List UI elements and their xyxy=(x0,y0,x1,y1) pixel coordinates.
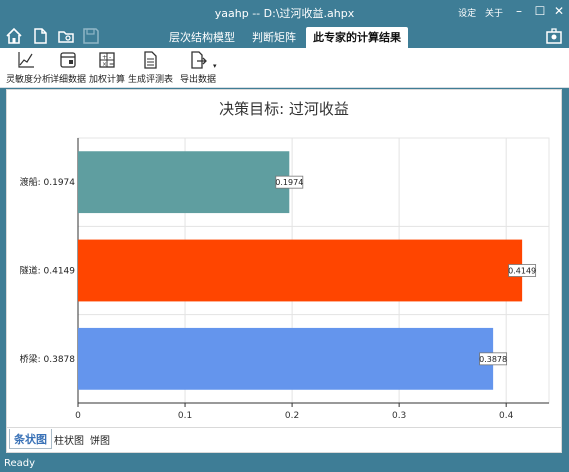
tool-label: 导出数据 xyxy=(179,75,216,85)
tool-label: 灵敏度分析 xyxy=(6,75,52,85)
chart-panel: 决策目标: 过河收益 0 0.1 0.2 0.3 0.4 桥梁: 0.3878 0.3878… xyxy=(6,89,562,428)
save-icon[interactable] xyxy=(82,27,100,45)
tool-label: 加权计算 xyxy=(89,75,126,85)
menu-settings[interactable]: 设定 xyxy=(458,9,476,19)
chart-type-tabs: 条状图 柱状图 饼图 xyxy=(6,428,562,453)
x-tick-label: 0.4 xyxy=(499,411,514,421)
tab-expert-results[interactable]: 此专家的计算结果 xyxy=(306,27,408,48)
tool-label: 详细数据 xyxy=(50,75,87,85)
toolbar: 灵敏度分析 详细数据 + - × = 加权计算 生成评测表 导出数据 ▾ xyxy=(0,48,569,88)
line-chart-icon xyxy=(18,52,34,68)
weighted-calc-button[interactable]: + - × = 加权计算 xyxy=(89,50,125,85)
bar xyxy=(78,151,290,214)
x-tick-label: 0 xyxy=(75,411,81,421)
export-icon xyxy=(191,51,207,69)
data-label: 0.3878 xyxy=(479,355,507,364)
status-bar: Ready xyxy=(0,456,569,472)
ribbon-tab-row: 层次结构模型 判断矩阵 此专家的计算结果 xyxy=(0,24,569,48)
title-menus: 设定 关于 xyxy=(452,6,503,19)
x-tick-label: 0.2 xyxy=(285,411,299,421)
new-file-icon[interactable] xyxy=(31,27,49,45)
maximize-button[interactable]: ☐ xyxy=(533,3,547,19)
open-folder-icon[interactable] xyxy=(57,27,75,45)
tab-horizontal-bar[interactable]: 条状图 xyxy=(9,429,52,449)
data-label: 0.1974 xyxy=(275,178,303,187)
svg-text:+: + xyxy=(102,54,107,61)
category-label: 桥梁: 0.3878 xyxy=(20,353,76,365)
tab-judgment-matrix[interactable]: 判断矩阵 xyxy=(246,27,302,48)
export-data-button[interactable]: 导出数据 ▾ xyxy=(176,50,220,85)
svg-text:×: × xyxy=(102,61,107,68)
bar xyxy=(78,327,494,390)
bar xyxy=(78,239,523,302)
user-profile-icon[interactable] xyxy=(545,27,563,45)
title-bar: yaahp -- D:\过河收益.ahpx 设定 关于 – ☐ ✕ xyxy=(0,0,569,24)
sensitivity-analysis-button[interactable]: 灵敏度分析 xyxy=(6,50,52,85)
bar-chart: 0 0.1 0.2 0.3 0.4 桥梁: 0.3878 0.3878 隧道: 0.4149 0… xyxy=(20,137,550,421)
svg-text:-: - xyxy=(109,54,111,61)
tool-label: 生成评测表 xyxy=(128,75,174,85)
window-icon xyxy=(60,52,76,68)
tab-column-chart[interactable]: 柱状图 xyxy=(54,432,84,447)
document-icon xyxy=(144,51,157,69)
calculator-icon: + - × = xyxy=(99,52,115,68)
x-tick-label: 0.1 xyxy=(178,411,192,421)
category-label: 渡船: 0.1974 xyxy=(20,176,76,188)
close-button[interactable]: ✕ xyxy=(552,3,566,19)
tab-hierarchy-model[interactable]: 层次结构模型 xyxy=(163,27,241,48)
generate-survey-button[interactable]: 生成评测表 xyxy=(128,50,174,85)
menu-about[interactable]: 关于 xyxy=(485,9,503,19)
data-label: 0.4149 xyxy=(508,267,536,276)
detailed-data-button[interactable]: 详细数据 xyxy=(50,50,86,85)
home-icon[interactable] xyxy=(5,27,23,45)
tab-pie-chart[interactable]: 饼图 xyxy=(90,432,110,447)
category-label: 隧道: 0.4149 xyxy=(20,265,76,277)
x-tick-label: 0.3 xyxy=(392,411,406,421)
dropdown-arrow-icon[interactable]: ▾ xyxy=(213,62,217,70)
minimize-button[interactable]: – xyxy=(512,3,526,19)
svg-text:=: = xyxy=(109,61,114,68)
